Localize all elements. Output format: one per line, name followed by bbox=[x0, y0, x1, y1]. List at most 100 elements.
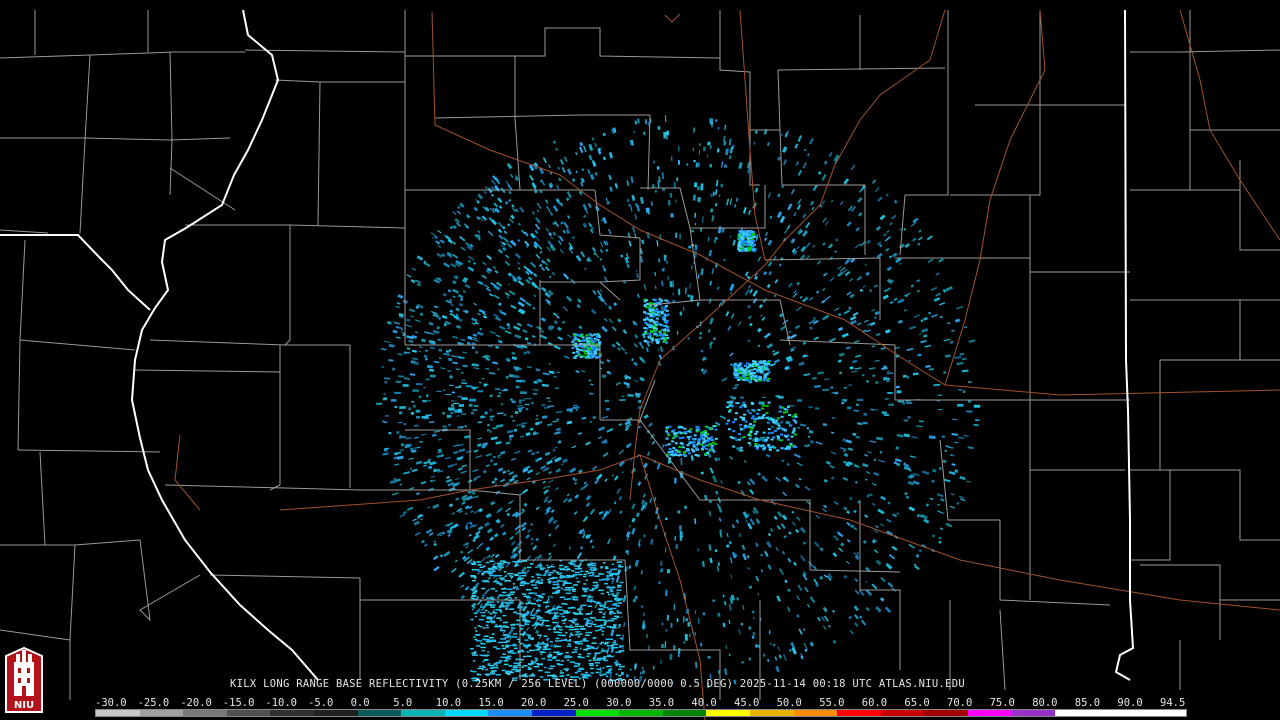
echo-speck bbox=[489, 636, 494, 639]
echo-speck bbox=[412, 389, 419, 393]
echo-speck bbox=[583, 583, 587, 585]
echo-speck bbox=[385, 414, 389, 417]
echo-speck bbox=[560, 660, 565, 662]
echo-speck bbox=[709, 163, 713, 168]
echo-speck bbox=[617, 599, 622, 601]
echo-cell bbox=[762, 431, 766, 434]
echo-cell bbox=[695, 425, 699, 428]
echo-speck bbox=[510, 415, 514, 418]
echo-speck bbox=[491, 570, 496, 572]
echo-speck bbox=[673, 645, 676, 650]
echo-cell bbox=[732, 421, 735, 424]
echo-speck bbox=[573, 612, 578, 615]
echo-speck bbox=[688, 245, 692, 249]
echo-speck bbox=[423, 386, 426, 389]
echo-speck bbox=[491, 621, 496, 624]
echo-speck bbox=[493, 646, 497, 648]
echo-speck bbox=[383, 393, 386, 395]
echo-speck bbox=[758, 401, 765, 405]
echo-speck bbox=[485, 624, 489, 626]
echo-speck bbox=[488, 568, 494, 571]
echo-speck bbox=[585, 613, 589, 615]
echo-speck bbox=[596, 658, 602, 661]
echo-speck bbox=[596, 668, 601, 670]
echo-cell bbox=[655, 334, 659, 337]
echo-speck bbox=[555, 637, 560, 640]
echo-speck bbox=[968, 381, 972, 383]
echo-speck bbox=[489, 394, 493, 397]
echo-cell bbox=[750, 401, 754, 404]
echo-cell bbox=[741, 238, 745, 241]
echo-speck bbox=[682, 306, 685, 312]
echo-cell bbox=[754, 443, 758, 445]
echo-speck bbox=[697, 197, 700, 202]
echo-speck bbox=[586, 655, 590, 657]
echo-speck bbox=[575, 623, 579, 625]
echo-speck bbox=[484, 654, 490, 657]
echo-speck bbox=[450, 412, 453, 414]
echo-speck bbox=[520, 627, 524, 630]
echo-speck bbox=[666, 260, 668, 264]
echo-speck bbox=[654, 189, 658, 193]
echo-speck bbox=[470, 575, 477, 578]
echo-speck bbox=[485, 621, 490, 623]
echo-cell bbox=[746, 243, 750, 246]
echo-speck bbox=[539, 619, 545, 621]
echo-speck bbox=[525, 408, 529, 411]
echo-speck bbox=[537, 634, 542, 636]
echo-speck bbox=[502, 641, 508, 643]
echo-speck bbox=[496, 601, 500, 603]
echo-speck bbox=[884, 398, 889, 400]
echo-speck bbox=[537, 646, 542, 649]
echo-speck bbox=[539, 568, 542, 570]
echo-speck bbox=[381, 366, 384, 368]
echo-cell bbox=[668, 448, 672, 450]
echo-speck bbox=[600, 567, 603, 569]
echo-speck bbox=[559, 596, 565, 599]
echo-cell bbox=[739, 428, 743, 431]
color-scale-segment bbox=[488, 710, 532, 716]
scale-label: -30.0 bbox=[95, 697, 127, 709]
echo-cell bbox=[746, 230, 750, 233]
echo-speck bbox=[670, 623, 673, 628]
echo-cell bbox=[598, 341, 602, 344]
echo-speck bbox=[495, 590, 498, 592]
echo-cell bbox=[643, 339, 647, 342]
echo-cell bbox=[761, 417, 765, 420]
echo-speck bbox=[830, 386, 834, 389]
echo-speck bbox=[866, 380, 869, 383]
echo-speck bbox=[617, 564, 622, 566]
echo-speck bbox=[474, 638, 478, 641]
echo-speck bbox=[611, 593, 614, 595]
echo-cell bbox=[678, 446, 682, 448]
echo-speck bbox=[573, 599, 579, 601]
echo-speck bbox=[615, 634, 621, 637]
color-scale-segment bbox=[1142, 710, 1186, 716]
echo-speck bbox=[509, 575, 512, 577]
echo-speck bbox=[521, 614, 527, 617]
echo-speck bbox=[542, 648, 549, 651]
echo-speck bbox=[461, 397, 468, 400]
echo-cell bbox=[747, 240, 751, 243]
scale-label: 15.0 bbox=[478, 697, 504, 709]
echo-speck bbox=[604, 399, 610, 403]
echo-speck bbox=[602, 667, 605, 669]
echo-cell bbox=[656, 340, 660, 343]
echo-speck bbox=[591, 600, 596, 603]
echo-speck bbox=[503, 663, 509, 666]
echo-speck bbox=[477, 667, 483, 670]
echo-speck bbox=[587, 563, 592, 565]
echo-speck bbox=[560, 670, 563, 672]
echo-speck bbox=[557, 634, 563, 636]
echo-cell bbox=[573, 334, 577, 337]
echo-speck bbox=[525, 589, 532, 591]
echo-speck bbox=[481, 587, 485, 590]
echo-speck bbox=[591, 569, 597, 571]
echo-speck bbox=[395, 380, 402, 384]
echo-cell bbox=[677, 454, 681, 457]
echo-speck bbox=[521, 574, 527, 577]
echo-speck bbox=[509, 591, 516, 593]
echo-speck bbox=[510, 398, 513, 401]
echo-speck bbox=[619, 665, 625, 668]
echo-cell bbox=[702, 437, 706, 440]
